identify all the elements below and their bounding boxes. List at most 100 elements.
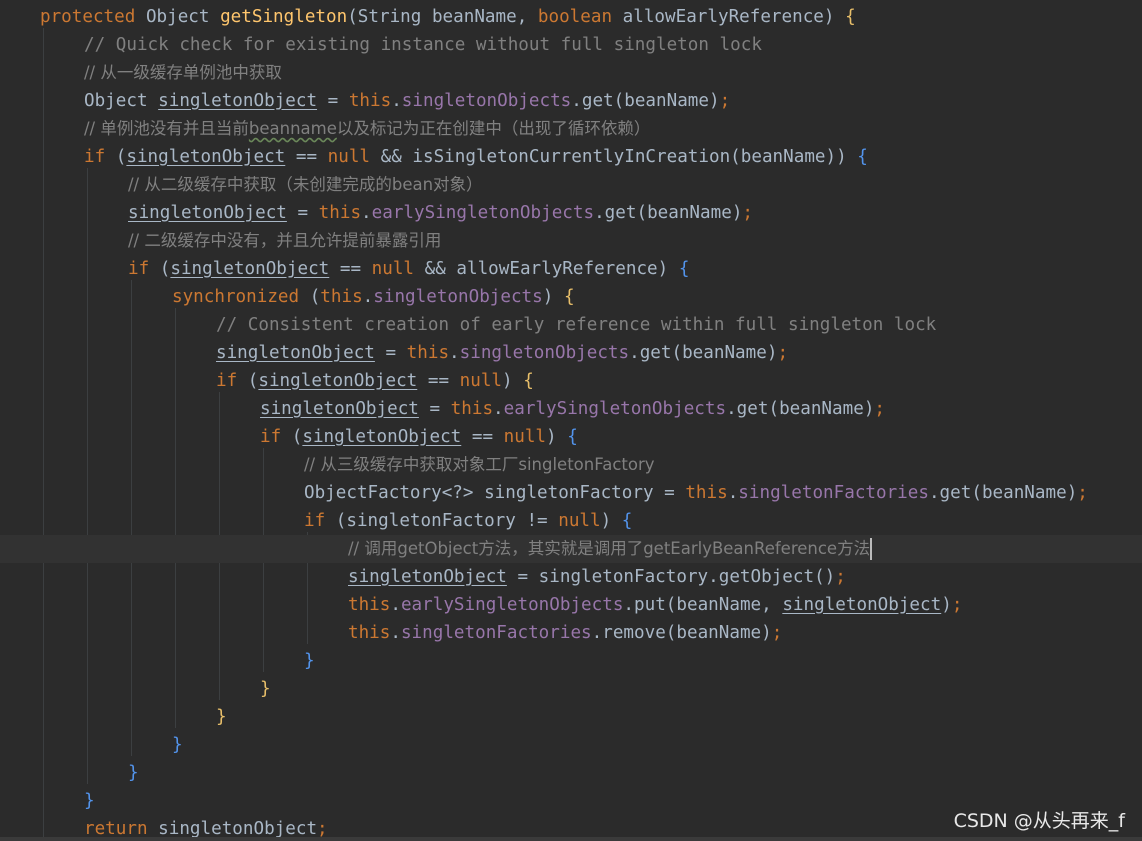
code-token: singletonObjects [401, 91, 572, 111]
code-token: ) [823, 7, 846, 27]
code-token: beanName [981, 483, 1067, 503]
code-token: && allowEarlyReference [424, 259, 658, 279]
code-token: String [357, 7, 432, 27]
code-token: synchronized [172, 287, 310, 307]
code-token: null [371, 259, 425, 279]
code-token: return [84, 819, 159, 839]
horizontal-scrollbar[interactable] [0, 837, 1142, 841]
code-token: ) [863, 399, 875, 419]
code-line[interactable]: if (singletonObject == null) { [0, 423, 578, 451]
code-token: singletonObject [782, 595, 942, 615]
code-token: // 二级缓存中没有，并且允许提前暴露引用 [128, 231, 442, 250]
code-token: ) [941, 595, 952, 615]
code-token: } [84, 791, 95, 811]
code-token: singletonObjects [459, 343, 630, 363]
code-token: ( [768, 399, 780, 419]
code-token: ) [657, 259, 679, 279]
code-token: . [390, 595, 401, 615]
code-token: singletonFactories [738, 483, 929, 503]
code-token: .remove [591, 623, 666, 643]
code-token: ) [731, 203, 743, 223]
code-token: . [361, 203, 372, 223]
code-token: beanName [676, 623, 762, 643]
code-token: } [128, 763, 139, 783]
code-token: beanname [248, 119, 337, 138]
code-token: singletonFactories [400, 623, 592, 643]
code-line[interactable]: // Consistent creation of early referenc… [0, 311, 936, 339]
code-token: ; [1077, 483, 1088, 503]
code-token: = [286, 203, 319, 223]
code-line[interactable]: if (singletonObject == null && isSinglet… [0, 143, 868, 171]
code-token: ( [730, 147, 741, 167]
code-line[interactable]: if (singletonObject == null && allowEarl… [0, 255, 689, 283]
code-line-current[interactable]: // 调用getObject方法，其实就是调用了getEarlyBeanRefe… [0, 535, 1142, 563]
code-line[interactable]: } [0, 675, 271, 703]
code-token: singletonObject [128, 203, 287, 223]
code-line[interactable]: // Quick check for existing instance wit… [0, 31, 762, 59]
code-token: earlySingletonObjects [400, 595, 624, 615]
code-token: ) [1066, 483, 1078, 503]
code-token: = singletonFactory.getObject [506, 567, 815, 587]
code-token: earlySingletonObjects [371, 203, 595, 223]
code-token: { [523, 371, 534, 391]
code-token: { [567, 427, 578, 447]
code-token: if [304, 511, 336, 531]
code-token: null [558, 511, 601, 531]
code-token: { [621, 511, 633, 531]
code-token: ; [771, 623, 783, 643]
code-token: singletonObject [302, 427, 462, 447]
code-line[interactable]: synchronized (this.singletonObjects) { [0, 283, 575, 311]
text-caret [870, 538, 873, 560]
code-token: Object [84, 91, 159, 111]
code-line[interactable]: singletonObject = this.earlySingletonObj… [0, 199, 753, 227]
code-token: ) [600, 511, 622, 531]
code-token: beanName [624, 91, 709, 111]
code-token: if [216, 371, 248, 391]
code-token: beanName [779, 399, 864, 419]
code-token: earlySingletonObjects [503, 399, 727, 419]
code-token: singletonObject [158, 91, 318, 111]
code-token: protected [40, 7, 146, 27]
code-line[interactable]: singletonObject = this.singletonObjects.… [0, 339, 788, 367]
code-editor[interactable]: protected Object getSingleton(String bea… [0, 0, 1142, 841]
code-token: ( [159, 259, 171, 279]
code-line[interactable]: // 从二级缓存中获取（未创建完成的bean对象） [0, 171, 483, 199]
code-line[interactable]: // 从一级缓存单例池中获取 [0, 59, 282, 87]
code-token: . [493, 399, 504, 419]
code-token: ( [247, 371, 259, 391]
code-token: this [348, 91, 392, 111]
code-token: null [459, 371, 503, 391]
code-token: ( [291, 427, 303, 447]
code-line[interactable]: if (singletonFactory != null) { [0, 507, 632, 535]
code-line[interactable]: protected Object getSingleton(String bea… [0, 3, 856, 31]
code-token: singletonObject [260, 399, 419, 419]
code-line[interactable]: } [0, 759, 139, 787]
code-token: boolean [537, 7, 623, 27]
code-token: ( [115, 147, 127, 167]
code-token: // 单例池没有并且当前 [84, 119, 249, 138]
code-token: ; [719, 91, 731, 111]
code-token: singletonObjects [373, 287, 543, 307]
code-token: == [285, 147, 328, 167]
code-line[interactable]: singletonObject = this.earlySingletonObj… [0, 395, 885, 423]
code-line[interactable]: if (singletonObject == null) { [0, 367, 534, 395]
code-line[interactable]: } [0, 703, 227, 731]
code-line[interactable]: this.singletonFactories.remove(beanName)… [0, 619, 782, 647]
code-line[interactable]: ObjectFactory<?> singletonFactory = this… [0, 479, 1088, 507]
code-token: singletonObject [348, 567, 507, 587]
code-line[interactable]: Object singletonObject = this.singletonO… [0, 87, 730, 115]
code-line[interactable]: } [0, 731, 183, 759]
code-token: // 从二级缓存中获取（未创建完成的bean对象） [128, 175, 483, 194]
code-line[interactable]: singletonObject = singletonFactory.getOb… [0, 563, 846, 591]
code-line[interactable]: // 二级缓存中没有，并且允许提前暴露引用 [0, 227, 441, 255]
code-token: . [449, 343, 460, 363]
code-token: ) [761, 623, 772, 643]
code-line[interactable]: this.earlySingletonObjects.put(beanName,… [0, 591, 962, 619]
code-line[interactable]: } [0, 647, 315, 675]
code-line[interactable]: // 单例池没有并且当前beanname以及标记为正在创建中（出现了循环依赖） [0, 115, 650, 143]
code-token: singletonObject [126, 147, 286, 167]
code-line[interactable]: } [0, 787, 95, 815]
code-token: ( [347, 7, 358, 27]
code-token: singletonObject [158, 819, 318, 839]
code-line[interactable]: // 从三级缓存中获取对象工厂singletonFactory [0, 451, 655, 479]
